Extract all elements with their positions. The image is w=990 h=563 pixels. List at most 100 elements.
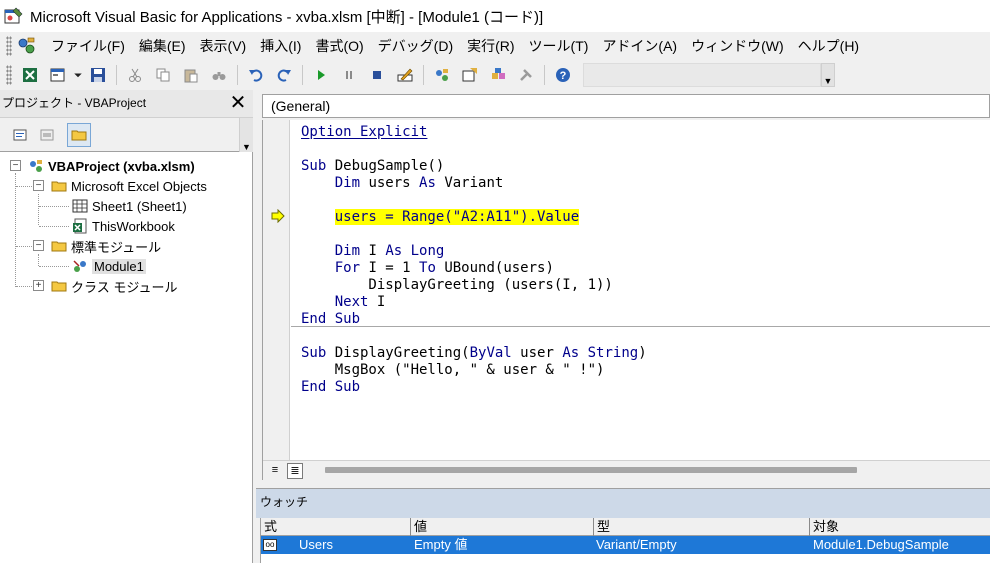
tree-node-standard-modules[interactable]: 標準モジュール	[50, 236, 161, 256]
menubar-grip[interactable]	[6, 36, 12, 56]
copy-icon	[156, 68, 170, 82]
code-margin[interactable]	[263, 120, 290, 460]
collapse-toggle[interactable]: −	[10, 160, 21, 171]
watch-col-value[interactable]: 値	[411, 518, 594, 536]
close-icon[interactable]: ✕	[227, 92, 249, 114]
project-explorer-button[interactable]	[431, 64, 453, 86]
menu-insert[interactable]: 挿入(I)	[253, 36, 308, 56]
code-line[interactable]: Option Explicit	[301, 124, 427, 140]
menu-addins[interactable]: アドイン(A)	[595, 36, 684, 56]
menu-view[interactable]: 表示(V)	[193, 36, 254, 56]
reset-button[interactable]	[366, 64, 388, 86]
toggle-folders-button[interactable]	[67, 123, 91, 147]
collapse-toggle[interactable]: −	[33, 240, 44, 251]
code-line[interactable]: Next I	[301, 294, 386, 310]
watch-col-expression[interactable]: 式	[261, 518, 411, 536]
code-line[interactable]: End Sub	[301, 379, 360, 395]
watch-col-context[interactable]: 対象	[810, 518, 990, 536]
redo-button[interactable]	[273, 64, 295, 86]
execution-point-icon	[271, 209, 285, 223]
break-button[interactable]	[338, 64, 360, 86]
save-button[interactable]	[87, 64, 109, 86]
tree-connector	[16, 286, 32, 287]
tree-node-sheet1[interactable]: Sheet1 (Sheet1)	[71, 196, 187, 216]
tree-node-thisworkbook[interactable]: ThisWorkbook	[71, 216, 175, 236]
toolbar-options-button[interactable]: ▼	[821, 63, 835, 87]
collapse-toggle[interactable]: −	[33, 180, 44, 191]
insert-module-button[interactable]	[47, 64, 69, 86]
watch-header: 式 値 型 対象	[261, 518, 990, 536]
tree-label: クラス モジュール	[71, 279, 178, 295]
play-icon	[318, 70, 325, 80]
code-line[interactable]: Dim I As Long	[301, 243, 445, 259]
object-combo[interactable]: (General)	[262, 94, 990, 118]
code-line[interactable]: DisplayGreeting (users(I, 1))	[301, 277, 612, 293]
watch-context: Module1.DebugSample	[813, 537, 949, 552]
excel-icon	[23, 68, 37, 82]
tree-label: Sheet1 (Sheet1)	[92, 198, 187, 214]
design-mode-button[interactable]	[394, 64, 416, 86]
watch-col-type[interactable]: 型	[594, 518, 810, 536]
toolbar-separator	[423, 65, 424, 85]
view-excel-button[interactable]	[19, 64, 41, 86]
tree-node-excel-objects[interactable]: Microsoft Excel Objects	[50, 176, 207, 196]
toolbox-button[interactable]	[515, 64, 537, 86]
menu-edit[interactable]: 編集(E)	[132, 36, 193, 56]
procedure-view-button[interactable]: ≡	[267, 463, 283, 479]
menu-format[interactable]: 書式(O)	[308, 36, 370, 56]
run-button[interactable]	[310, 64, 332, 86]
code-line[interactable]: MsgBox ("Hello, " & user & " !")	[301, 362, 605, 378]
insert-dropdown-button[interactable]	[72, 64, 84, 86]
workbook-icon	[71, 218, 89, 234]
code-line[interactable]: Sub DebugSample()	[301, 158, 444, 174]
watch-row[interactable]: oo Users Empty 値 Variant/Empty Module1.D…	[261, 536, 990, 554]
cut-button[interactable]	[124, 64, 146, 86]
full-module-view-button[interactable]: ≣	[287, 463, 303, 479]
tree-connector	[16, 246, 32, 247]
tree-connector	[38, 194, 39, 225]
project-explorer-title: プロジェクト - VBAProject	[2, 96, 147, 110]
tree-node-vbaproject[interactable]: VBAProject (xvba.xlsm)	[27, 156, 195, 176]
horizontal-scrollbar[interactable]	[325, 467, 857, 473]
vba-control-menu-icon[interactable]	[16, 35, 38, 57]
tree-node-module1[interactable]: Module1	[71, 256, 146, 276]
view-code-button[interactable]	[8, 123, 32, 147]
code-line[interactable]: For I = 1 To UBound(users)	[301, 260, 554, 276]
toolbar-separator	[544, 65, 545, 85]
menu-run[interactable]: 実行(R)	[460, 36, 521, 56]
code-window[interactable]: Option Explicit Sub DebugSample() Dim us…	[262, 120, 990, 480]
tree-label: 標準モジュール	[71, 239, 162, 255]
view-code-icon	[13, 129, 27, 141]
folder-icon	[50, 238, 68, 254]
code-line-current[interactable]: users = Range("A2:A11").Value	[301, 209, 580, 225]
menu-help[interactable]: ヘルプ(H)	[791, 36, 866, 56]
current-statement: users = Range("A2:A11").Value	[334, 209, 580, 225]
code-line[interactable]: Dim users As Variant	[301, 175, 504, 191]
toolbar-grip[interactable]	[6, 65, 12, 85]
vbaproject-icon	[27, 158, 45, 174]
expand-toggle[interactable]: +	[33, 280, 44, 291]
paste-button[interactable]	[180, 64, 202, 86]
menu-window[interactable]: ウィンドウ(W)	[684, 36, 791, 56]
code-line[interactable]: End Sub	[301, 311, 360, 327]
find-button[interactable]	[208, 64, 230, 86]
view-object-button[interactable]	[35, 123, 59, 147]
menu-file[interactable]: ファイル(F)	[44, 36, 132, 56]
toolbox-icon	[520, 69, 532, 81]
copy-button[interactable]	[152, 64, 174, 86]
paste-icon	[184, 69, 198, 83]
menu-tools[interactable]: ツール(T)	[522, 36, 596, 56]
help-button[interactable]: ?	[552, 64, 574, 86]
properties-button[interactable]	[459, 64, 481, 86]
tree-connector	[38, 254, 39, 266]
watch-glasses-icon: oo	[263, 539, 277, 551]
tree-label: Module1	[92, 258, 146, 274]
undo-button[interactable]	[245, 64, 267, 86]
object-browser-button[interactable]	[487, 64, 509, 86]
binoculars-icon	[212, 72, 226, 80]
project-toolbar-scroll[interactable]: ▼	[239, 118, 253, 152]
code-editor[interactable]: Option Explicit Sub DebugSample() Dim us…	[301, 124, 647, 396]
tree-node-class-modules[interactable]: クラス モジュール	[50, 276, 177, 296]
menu-debug[interactable]: デバッグ(D)	[371, 36, 460, 56]
code-line[interactable]: Sub DisplayGreeting(ByVal user As String…	[301, 345, 647, 361]
